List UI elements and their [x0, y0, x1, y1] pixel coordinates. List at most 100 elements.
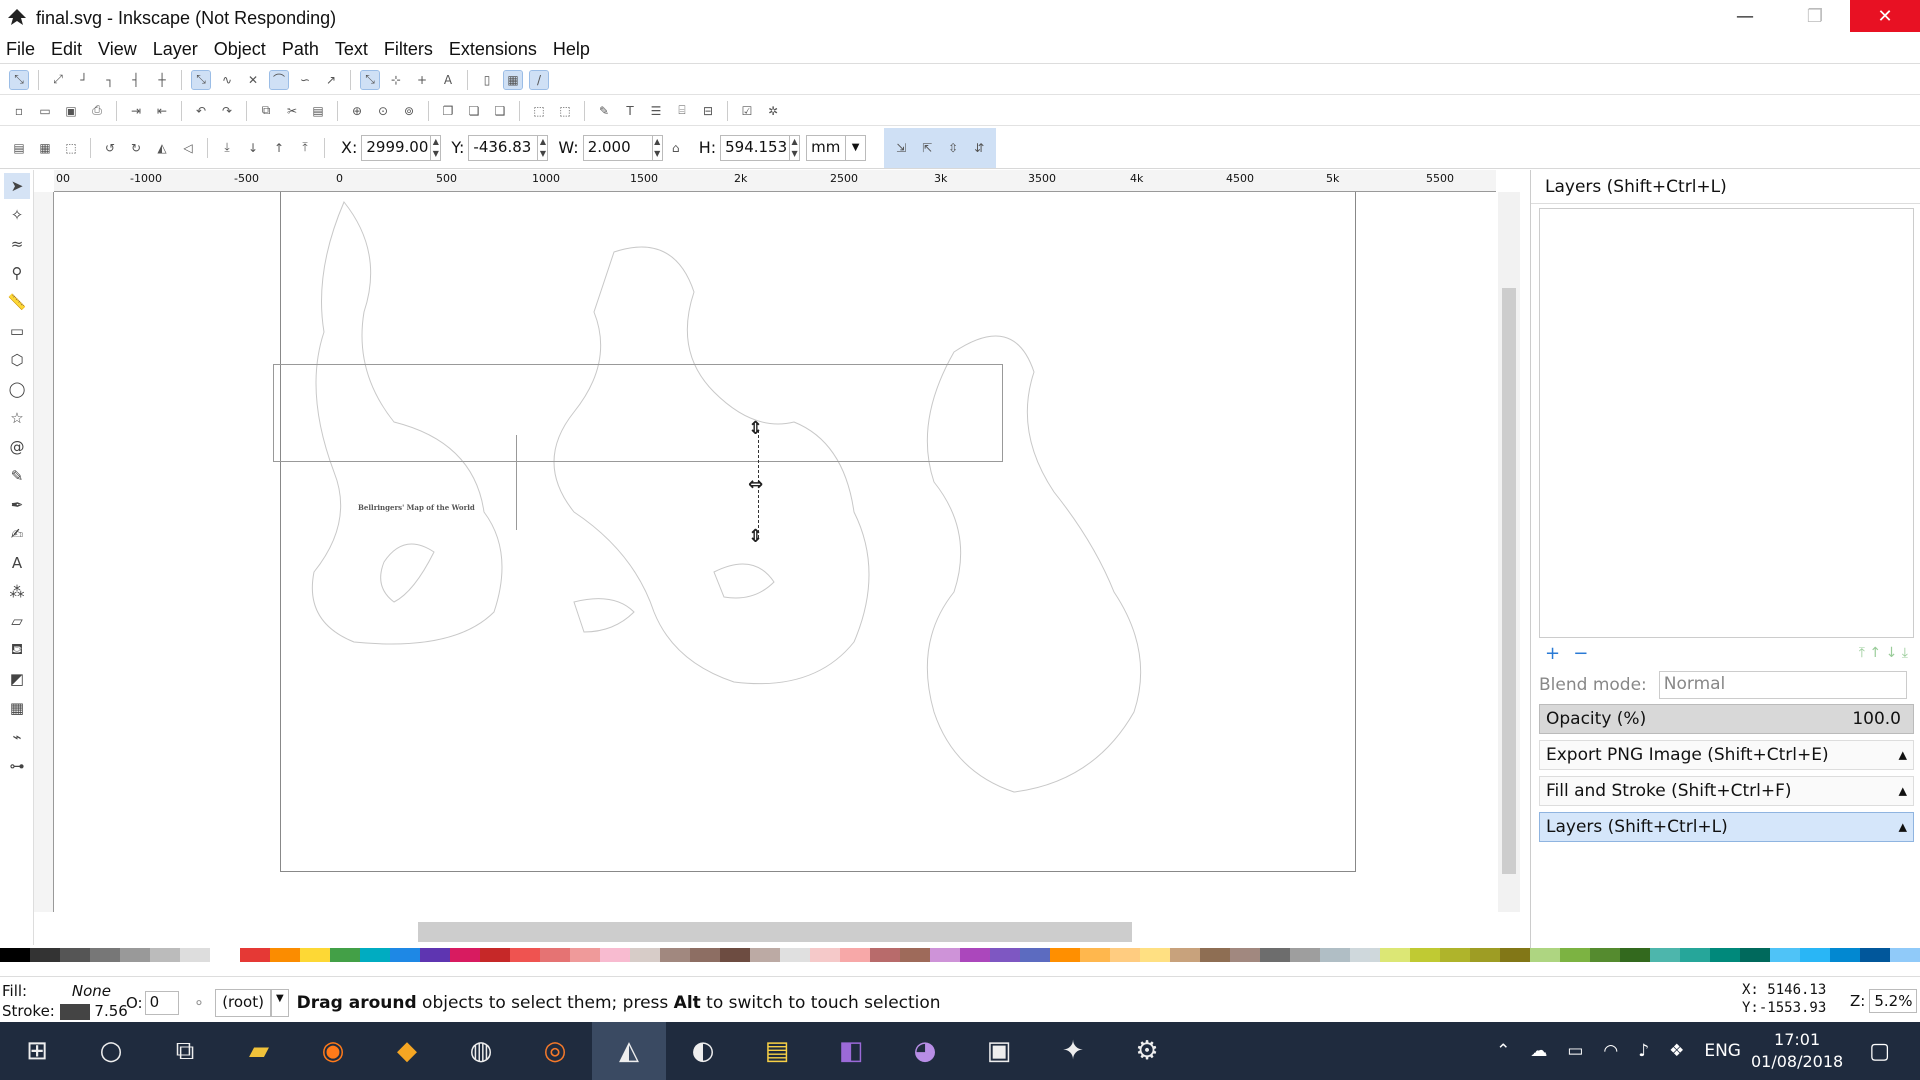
palette-swatch[interactable]: [1800, 948, 1830, 962]
vertical-scrollbar[interactable]: [1498, 192, 1520, 912]
minimize-button[interactable]: —: [1710, 0, 1780, 32]
palette-swatch[interactable]: [690, 948, 720, 962]
file-explorer-icon[interactable]: ▰: [222, 1022, 296, 1080]
h-spinner[interactable]: ▲ ▼: [790, 134, 801, 161]
align-distribute-icon[interactable]: ⊟: [699, 102, 717, 120]
menu-file[interactable]: File: [6, 39, 35, 60]
palette-swatch[interactable]: [90, 948, 120, 962]
layers-icon[interactable]: ☰: [647, 102, 665, 120]
cut-icon[interactable]: ✂: [283, 102, 301, 120]
dock-fill-stroke[interactable]: Fill and Stroke (Shift+Ctrl+F) ▴: [1539, 776, 1914, 806]
scale-stroke-icon[interactable]: ⇲: [892, 139, 910, 157]
palette-swatch[interactable]: [330, 948, 360, 962]
paste-icon[interactable]: ▤: [309, 102, 327, 120]
monitor-app-icon[interactable]: ▣: [962, 1022, 1036, 1080]
dropper-tool-icon[interactable]: ⌁: [4, 724, 30, 750]
volume-icon[interactable]: ♪: [1638, 1041, 1649, 1061]
lower-bottom-icon[interactable]: ⤓: [218, 139, 236, 157]
palette-swatch[interactable]: [1290, 948, 1320, 962]
menu-text[interactable]: Text: [335, 39, 368, 60]
palette-swatch[interactable]: [1170, 948, 1200, 962]
palette-swatch[interactable]: [1650, 948, 1680, 962]
raise-top-icon[interactable]: ⤒: [296, 139, 314, 157]
palette-swatch[interactable]: [1050, 948, 1080, 962]
chevron-up-icon[interactable]: ⌃: [1496, 1041, 1510, 1061]
snap-grid-icon[interactable]: ▦: [503, 69, 523, 90]
snap-bbox-edge-icon[interactable]: ┘: [75, 71, 93, 89]
palette-swatch[interactable]: [1710, 948, 1740, 962]
notifications-icon[interactable]: ▢: [1869, 1039, 1890, 1064]
flip-vertical-icon[interactable]: ◁: [179, 139, 197, 157]
y-spinner[interactable]: ▲ ▼: [538, 134, 549, 161]
snap-bbox-corner-icon[interactable]: ┐: [101, 71, 119, 89]
snap-bbox-icon[interactable]: ⤢: [49, 71, 67, 89]
spiral-tool-icon[interactable]: @: [4, 434, 30, 460]
palette-swatch[interactable]: [240, 948, 270, 962]
stroke-swatch[interactable]: [59, 1003, 90, 1020]
open-file-icon[interactable]: ▭: [36, 102, 54, 120]
blender-icon[interactable]: ◎: [518, 1022, 592, 1080]
zoom-drawing-icon[interactable]: ⊙: [374, 102, 392, 120]
palette-swatch[interactable]: [1380, 948, 1410, 962]
palette-swatch[interactable]: [510, 948, 540, 962]
maximize-button[interactable]: ❐: [1780, 0, 1850, 32]
palette-swatch[interactable]: [1740, 948, 1770, 962]
deselect-icon[interactable]: ⬚: [62, 139, 80, 157]
palette-swatch[interactable]: [1230, 948, 1260, 962]
select-all-layers-icon[interactable]: ▦: [36, 139, 54, 157]
unlink-clone-icon[interactable]: ❑: [491, 102, 509, 120]
clock[interactable]: 17:01 01/08/2018: [1751, 1029, 1843, 1073]
redo-icon[interactable]: ↷: [218, 102, 236, 120]
palette-swatch[interactable]: [1530, 948, 1560, 962]
snap-path-icon[interactable]: ∿: [218, 71, 236, 89]
palette-swatch[interactable]: [420, 948, 450, 962]
palette-swatch[interactable]: [1320, 948, 1350, 962]
menu-extensions[interactable]: Extensions: [449, 39, 537, 60]
menu-layer[interactable]: Layer: [153, 39, 198, 60]
preferences-icon[interactable]: ✲: [764, 102, 782, 120]
layer-top-icon[interactable]: ⤒: [1859, 645, 1865, 661]
snap-bbox-center-icon[interactable]: ┼: [153, 71, 171, 89]
palette-swatch[interactable]: [1020, 948, 1050, 962]
close-button[interactable]: ✕: [1850, 0, 1920, 32]
dark-app-icon[interactable]: ✦: [1036, 1022, 1110, 1080]
measure-tool-icon[interactable]: 📏: [4, 289, 30, 315]
palette-swatch[interactable]: [30, 948, 60, 962]
snap-bbox-midpoint-icon[interactable]: ┤: [127, 71, 145, 89]
palette-swatch[interactable]: [1080, 948, 1110, 962]
palette-swatch[interactable]: [270, 948, 300, 962]
palette-swatch[interactable]: [360, 948, 390, 962]
blend-mode-select[interactable]: Normal: [1658, 671, 1907, 699]
start-icon[interactable]: ⊞: [0, 1022, 74, 1080]
transform-patterns-icon[interactable]: ⇵: [970, 139, 988, 157]
zoom-selection-icon[interactable]: ⊕: [348, 102, 366, 120]
palette-swatch[interactable]: [480, 948, 510, 962]
text-font-icon[interactable]: T: [621, 102, 639, 120]
palette-swatch[interactable]: [150, 948, 180, 962]
scale-handle-top[interactable]: ⇕: [748, 418, 763, 439]
unit-select[interactable]: mm: [806, 134, 847, 161]
calligraphy-tool-icon[interactable]: ✍: [4, 521, 30, 547]
python-icon[interactable]: ▤: [740, 1022, 814, 1080]
palette-swatch[interactable]: [930, 948, 960, 962]
menu-edit[interactable]: Edit: [51, 39, 82, 60]
opacity-value[interactable]: 100.0: [1852, 709, 1901, 729]
visual-studio-icon[interactable]: ◧: [814, 1022, 888, 1080]
scale-handle-bottom[interactable]: ⇕: [748, 526, 763, 547]
snap-guide-icon[interactable]: /: [529, 69, 549, 90]
palette-swatch[interactable]: [660, 948, 690, 962]
menu-view[interactable]: View: [98, 39, 137, 60]
snap-smooth-icon[interactable]: ∽: [296, 71, 314, 89]
palette-swatch[interactable]: [960, 948, 990, 962]
palette-swatch[interactable]: [120, 948, 150, 962]
palette-swatch[interactable]: [810, 948, 840, 962]
palette-swatch[interactable]: [540, 948, 570, 962]
palette-swatch[interactable]: [1260, 948, 1290, 962]
scrollbar-thumb[interactable]: [1502, 288, 1516, 874]
add-layer-icon[interactable]: +: [1545, 643, 1560, 664]
dock-layers[interactable]: Layers (Shift+Ctrl+L) ▴: [1539, 812, 1914, 842]
palette-swatch[interactable]: [1410, 948, 1440, 962]
x-input[interactable]: 2999.00: [361, 134, 432, 161]
scale-handle-middle[interactable]: ⇔: [748, 474, 763, 495]
settings-icon[interactable]: ⚙: [1110, 1022, 1184, 1080]
